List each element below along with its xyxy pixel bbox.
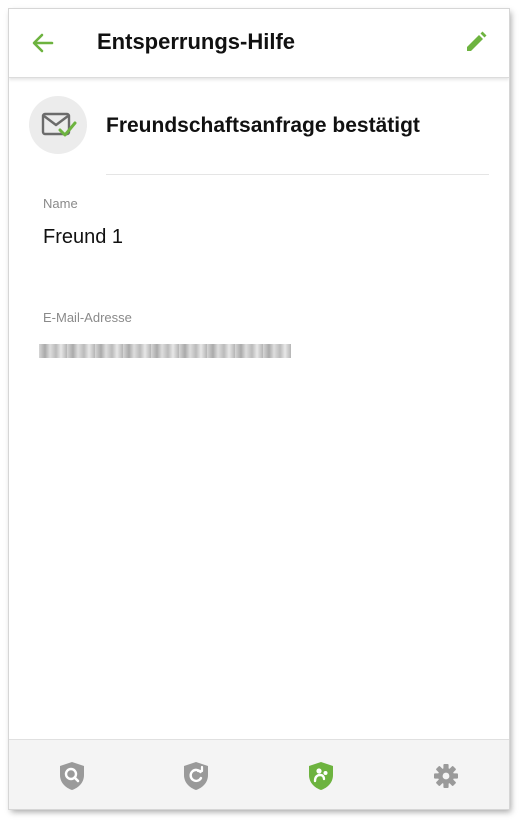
gear-icon[interactable] [431, 760, 461, 792]
divider [106, 174, 489, 175]
page-title: Entsperrungs-Hilfe [97, 29, 296, 54]
name-label: Name [43, 196, 78, 211]
mail-check-icon [29, 96, 87, 154]
app-screen: Entsperrungs-Hilfe Freundschaftsanfrage … [9, 9, 509, 809]
search-shield-icon[interactable] [57, 760, 87, 792]
email-label: E-Mail-Adresse [43, 310, 132, 325]
bottom-navigation [9, 739, 509, 809]
family-shield-icon[interactable] [306, 760, 336, 792]
name-value: Freund 1 [43, 226, 124, 248]
request-status-row: Freundschaftsanfrage bestätigt [9, 95, 509, 175]
pencil-icon[interactable] [463, 29, 489, 55]
refresh-shield-icon[interactable] [181, 760, 211, 792]
app-bar: Entsperrungs-Hilfe [9, 9, 509, 78]
email-value-blurred: ●●●●●●●●●●●●@●●●●●.●●● [39, 344, 291, 358]
request-status-text: Freundschaftsanfrage bestätigt [106, 114, 420, 137]
arrow-left-icon[interactable] [29, 29, 57, 57]
